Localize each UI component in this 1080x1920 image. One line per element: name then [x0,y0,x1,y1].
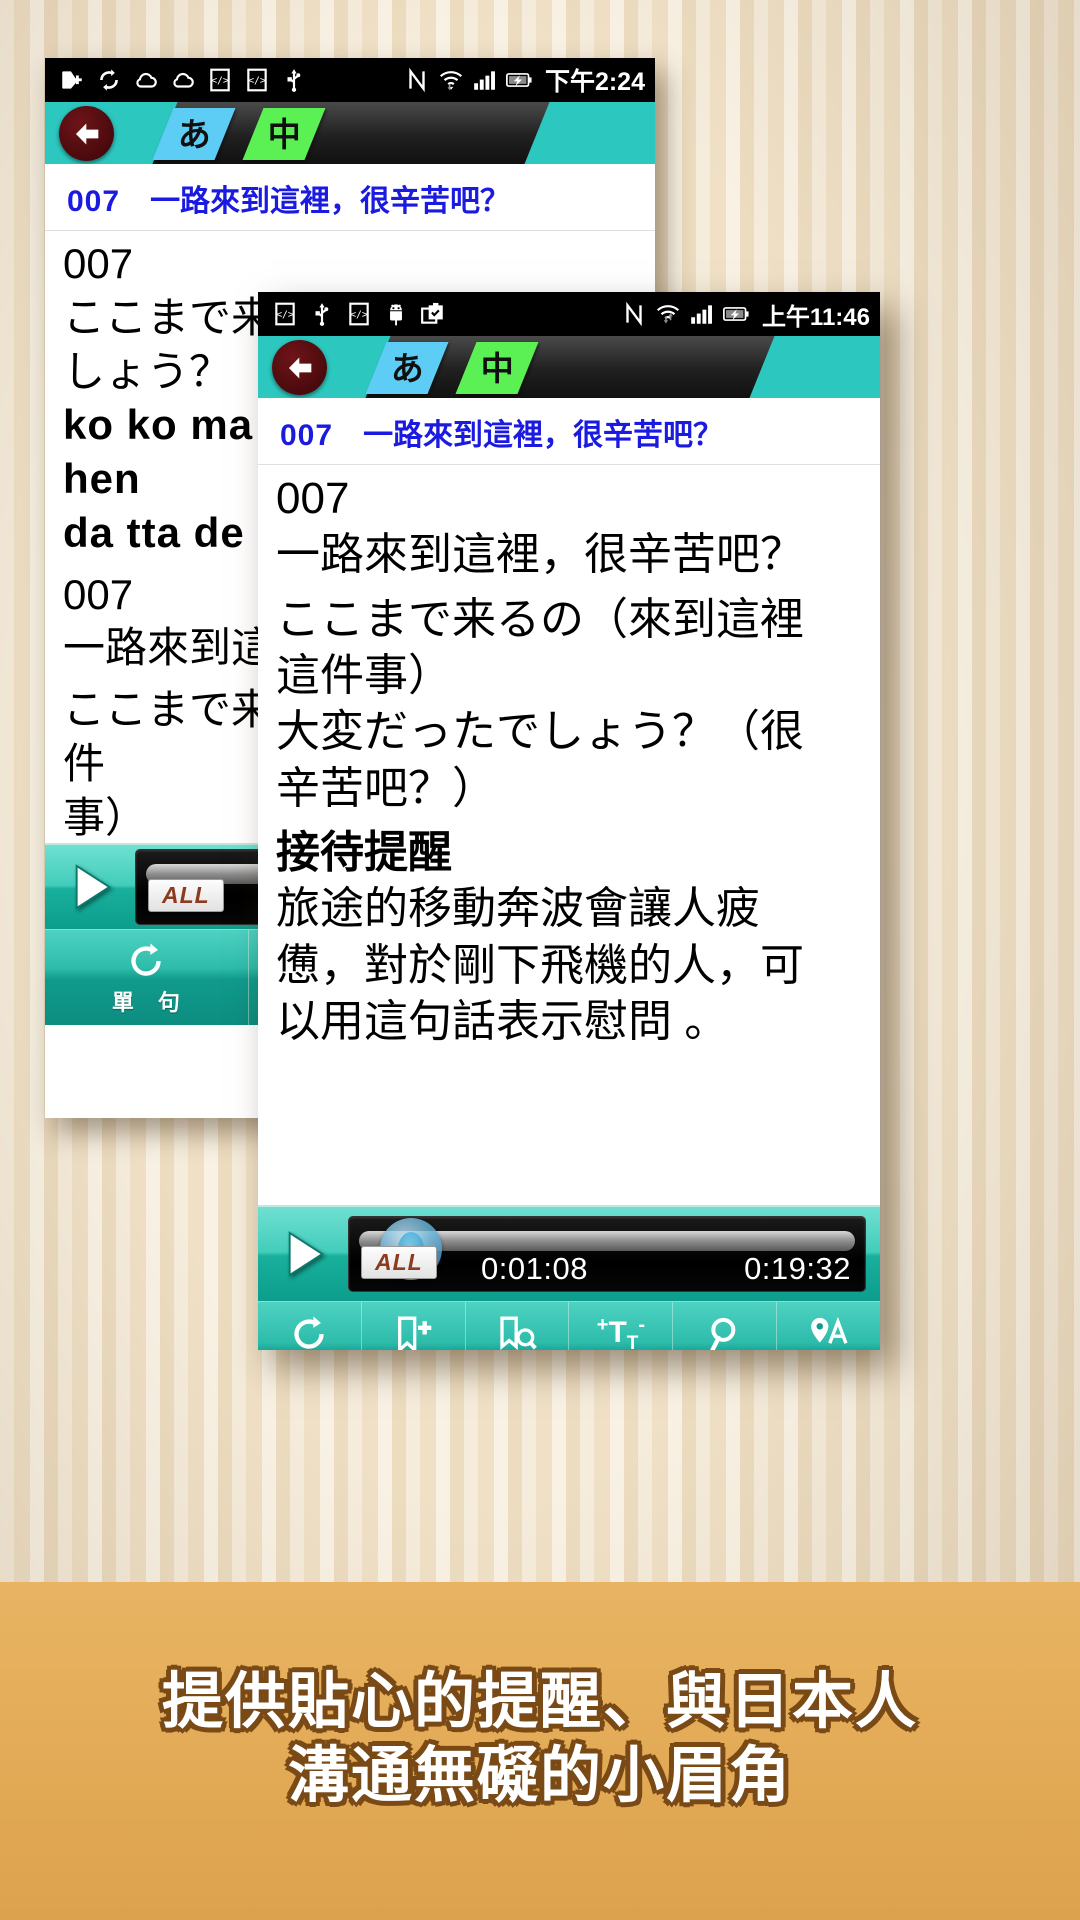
repeat-mode-chip[interactable]: ALL [361,1246,437,1279]
total-time: 0:19:32 [744,1251,851,1286]
content-line: 旅途的移動奔波會讓人疲 [276,884,760,934]
promo-caption-banner: 提供貼心的提醒、與日本人 溝通無礙的小眉角 [0,1582,1080,1920]
font-size-icon: +TT- [596,1314,646,1350]
toolbar-button-single-sentence[interactable]: 單 句 [45,930,249,1025]
code-icon: </> [207,67,233,93]
play-icon [288,1231,325,1277]
tab-japanese-label: あ [390,349,424,387]
app-navbar-back: あ 中 [45,102,655,164]
toolbar-button-add-bookmark[interactable]: 加入書籤 [362,1302,466,1350]
content-line: 憊，對於剛下飛機的人，可 [276,940,804,990]
status-bar-back: </> </> 下午2:24 [45,58,655,102]
svg-text:</>: </> [211,76,229,87]
pin-a-icon [809,1312,849,1350]
audio-player-front: ALL 0:01:08 0:19:32 [258,1205,880,1301]
bottom-toolbar-front: 單 句 加入書籤 書籤索引 +TT- 字體大小 搜 尋 [258,1301,880,1350]
usb-icon [281,67,307,93]
battery-charging-icon [505,67,532,93]
status-bar-clock: 下午2:24 [544,68,645,96]
clipboard-check-icon [420,301,446,327]
content-line: 以用這句話表示慰問 。 [276,996,729,1046]
lesson-title: 一路來到這裡，很辛苦吧？ [150,185,511,218]
sim-card-icon [59,67,85,93]
bookmark-add-icon [393,1312,433,1350]
svg-text:</>: </> [248,76,266,87]
repeat-mode-chip[interactable]: ALL [148,879,224,912]
toolbar-button-bookmark-index[interactable]: 書籤索引 [466,1302,570,1350]
promo-caption-line-2: 溝通無礙的小眉角 [287,1741,792,1809]
search-icon [705,1312,745,1350]
content-heading: 接待提醒 [276,827,452,877]
toolbar-button-set-point-a[interactable]: 設為A點 [777,1302,880,1350]
lesson-title-strip-back: 007 一路來到這裡，很辛苦吧？ [45,164,655,231]
back-button[interactable] [59,106,114,161]
code-icon: </> [272,301,298,327]
nfc-icon [404,67,430,93]
usb-icon [309,301,335,327]
play-button[interactable] [276,1225,334,1283]
lesson-title-strip-front: 007 一路來到這裡，很辛苦吧？ [258,398,880,465]
svg-text:</>: </> [276,310,294,321]
status-bar-left-icons: </> </> [59,67,307,93]
content-line: 007 [276,474,350,523]
back-button[interactable] [272,340,327,395]
cloud-icon [170,67,196,93]
toolbar-button-font-size[interactable]: +TT- 字體大小 [569,1302,674,1350]
bookmark-search-icon [497,1312,537,1350]
lesson-number: 007 [67,185,121,218]
status-bar-clock: 上午11:46 [761,303,870,331]
wifi-icon [438,67,464,93]
current-time: 0:01:08 [481,1251,588,1286]
play-button[interactable] [63,858,121,916]
status-bar-right-icons [621,301,749,327]
lesson-title: 一路來到這裡，很辛苦吧？ [363,419,724,452]
repeat-icon [289,1312,329,1350]
svg-text:</>: </> [350,310,368,321]
back-arrow-icon [75,123,98,144]
status-bar-left-icons: </> </> [272,301,446,327]
signal-icon [689,301,715,327]
android-icon [383,301,409,327]
seek-bar[interactable]: ALL 0:01:08 0:19:32 [348,1216,866,1292]
status-bar-right-icons [404,67,532,93]
content-line: 一路來到這裡，很辛苦吧？ [276,530,804,580]
content-line: 007 [63,240,134,287]
repeat-icon [126,939,166,983]
tab-chinese-label: 中 [480,349,514,387]
lesson-content-front[interactable]: 007 一路來到這裡，很辛苦吧？ ここまで来るの（來到這裡 這件事） 大変だった… [258,465,880,1205]
nfc-icon [621,301,647,327]
sync-icon [96,67,122,93]
content-line: 大変だったでしょう？（很 [276,707,804,757]
status-bar-front: </> </> 上午11:46 [258,292,880,336]
content-line: ここまで来るの（來到這裡 [276,594,804,644]
signal-icon [472,67,498,93]
tab-chinese-label: 中 [267,115,301,153]
tab-japanese-label: あ [177,115,211,153]
lesson-number: 007 [280,419,334,452]
code-icon: </> [346,301,372,327]
cloud-icon [133,67,159,93]
battery-charging-icon [722,301,749,327]
toolbar-button-single-sentence[interactable]: 單 句 [258,1302,362,1350]
phone-screenshot-front: </> </> 上午11:46 あ 中 007 一路來到這裡，很辛苦吧？ 007… [258,292,880,1350]
wifi-icon [655,301,681,327]
back-arrow-icon [288,357,311,378]
app-navbar-front: あ 中 [258,336,880,398]
promo-caption-line-1: 提供貼心的提醒、與日本人 [161,1666,918,1735]
content-line: 辛苦吧？） [276,763,496,813]
toolbar-button-search[interactable]: 搜 尋 [673,1302,778,1350]
play-icon [75,864,112,910]
toolbar-label: 單 句 [111,989,181,1015]
code-icon: </> [244,67,270,93]
content-line: 這件事） [276,650,452,700]
